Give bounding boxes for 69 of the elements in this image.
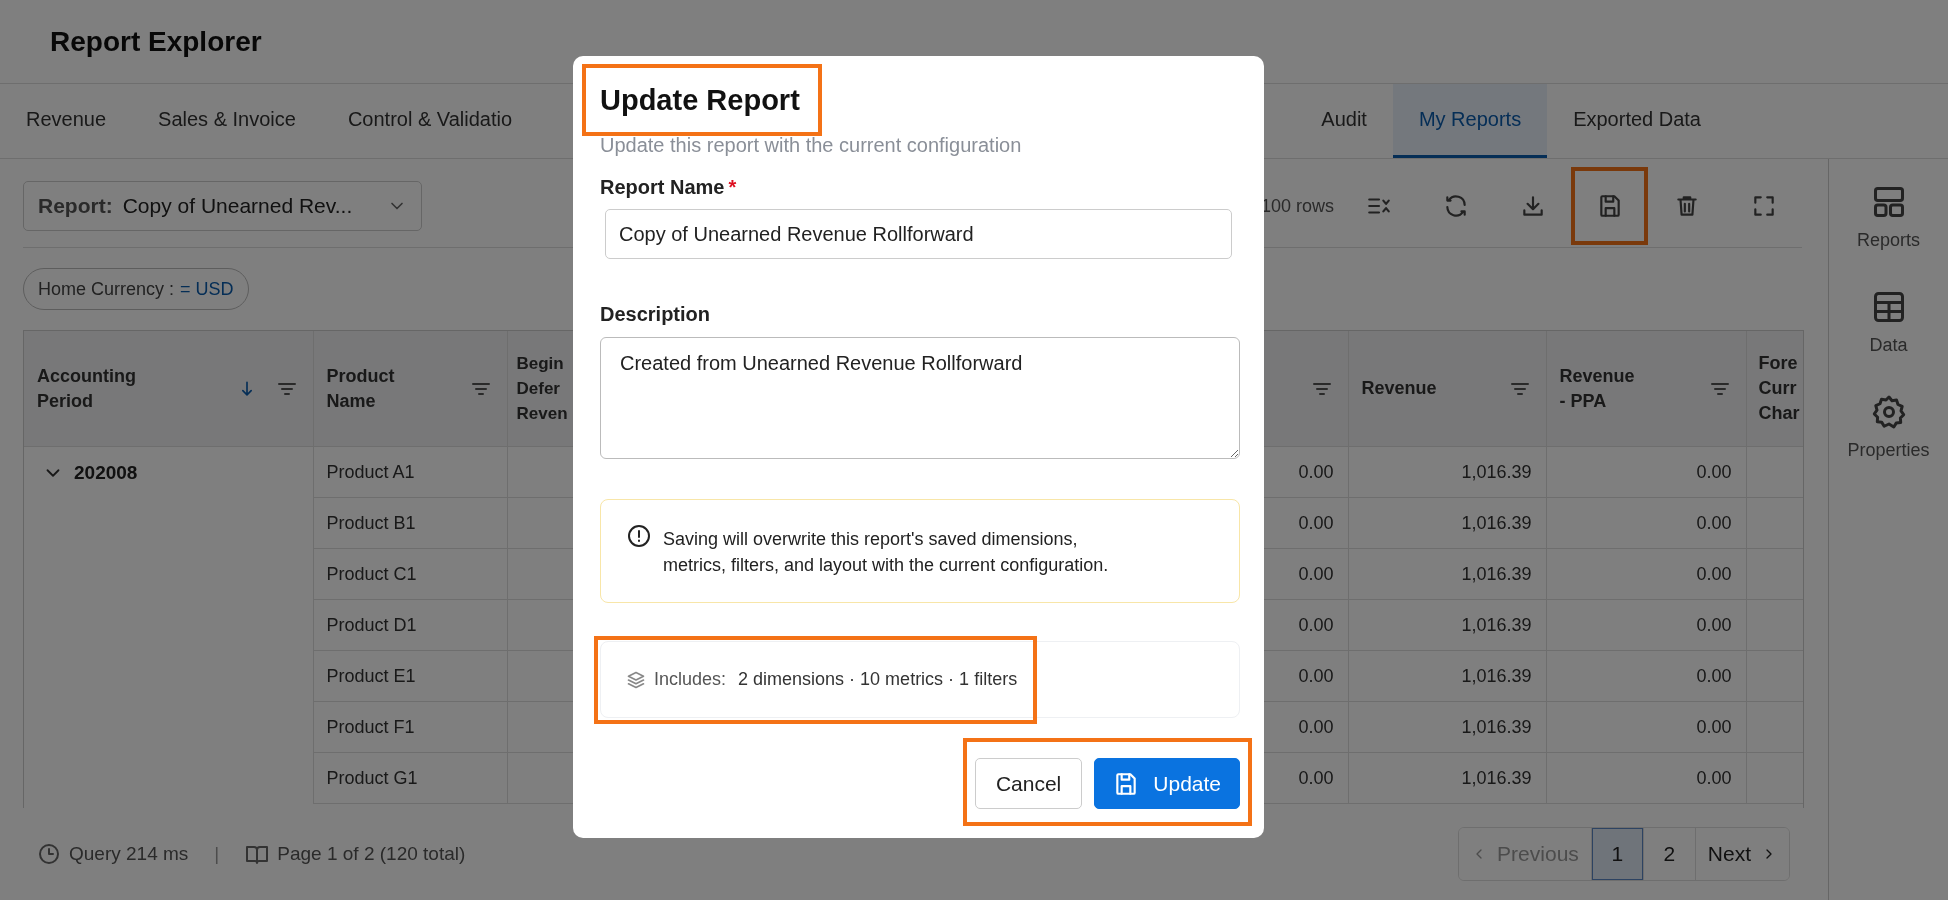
report-select-value: Copy of Unearned Rev... xyxy=(122,194,354,218)
gear-icon xyxy=(1870,394,1907,430)
filter-chip-value: = USD xyxy=(180,278,234,300)
column-header[interactable]: Revenue - PPA xyxy=(1546,331,1746,447)
column-header[interactable]: Revenue xyxy=(1348,331,1546,447)
column-header-label: Revenue xyxy=(1361,377,1438,400)
save-button[interactable] xyxy=(1571,167,1648,245)
field-label: Description xyxy=(600,302,712,327)
name-field[interactable]: Copy of Unearned Revenue Rollforward xyxy=(605,209,1232,259)
app-title: Report Explorer xyxy=(50,25,262,58)
group-label: 202008 xyxy=(74,461,138,484)
includes-text: 2 dimensions · 10 metrics · 1 filters xyxy=(738,669,1018,690)
column-header[interactable]: Fore Curr Char xyxy=(1746,331,1803,447)
layers-icon xyxy=(626,669,646,690)
separator: | xyxy=(214,843,220,865)
table-cell: 1,016.39 xyxy=(1348,650,1546,702)
cancel-button[interactable]: Cancel xyxy=(974,758,1083,809)
table-cell: Product E1 xyxy=(313,650,507,702)
table-cell: 1,016.39 xyxy=(1348,497,1546,549)
clock-icon xyxy=(37,842,61,866)
query-time: Query 214 ms xyxy=(69,843,189,865)
table-cell: 0.00 xyxy=(1546,701,1746,753)
report-select[interactable]: Report: Copy of Unearned Rev... xyxy=(23,181,422,231)
column-header-label: Fore Curr Char xyxy=(1758,352,1800,425)
table-cell: 0.00 xyxy=(1546,497,1746,549)
table-cell: Product A1 xyxy=(313,446,507,498)
tab[interactable]: My Reports xyxy=(1392,84,1548,158)
page-info: Page 1 of 2 (120 total) xyxy=(277,843,466,865)
table-cell: 1,016.39 xyxy=(1348,752,1546,804)
tab[interactable]: Exported Data xyxy=(1547,84,1727,158)
side-panel-item[interactable]: Properties xyxy=(1829,393,1948,462)
column-header-label: Accounting Period xyxy=(37,364,137,413)
table-cell: Product D1 xyxy=(313,599,507,651)
includes-label: Includes: xyxy=(654,669,727,690)
dialog-title: Update Report xyxy=(582,64,822,136)
table-cell: Product G1 xyxy=(313,752,507,804)
tab[interactable]: Audit xyxy=(1295,84,1393,158)
table-cell: Product F1 xyxy=(313,701,507,753)
table-cell: 0.00 xyxy=(1546,752,1746,804)
next-button[interactable]: Next xyxy=(1694,828,1789,880)
table-cell: 0.00 xyxy=(1546,548,1746,600)
table-cell: 0.00 xyxy=(1546,599,1746,651)
table-cell: 1,016.39 xyxy=(1348,599,1546,651)
dialog-subtitle: Update this report with the current configuration xyxy=(600,133,1023,158)
table-cell: 1,016.39 xyxy=(1348,446,1546,498)
description-field[interactable]: Created from Unearned Revenue Rollforward xyxy=(600,337,1240,459)
column-header-label: Begin Defer Reven xyxy=(516,353,568,425)
update-button[interactable]: Update xyxy=(1094,758,1240,809)
row-count: 100 rows xyxy=(1260,195,1334,217)
report-select-label: Report: xyxy=(38,194,113,218)
side-panel-item[interactable]: Data xyxy=(1829,288,1948,357)
side-panel-item[interactable]: Reports xyxy=(1829,183,1948,252)
table-cell: 0.00 xyxy=(1546,446,1746,498)
column-header-label: Revenue - PPA xyxy=(1559,364,1636,413)
table-cell: Product B1 xyxy=(313,497,507,549)
column-header-label: Product Name xyxy=(326,364,396,413)
filter-chip-label: Home Currency : xyxy=(38,278,175,300)
field-label: Report Name * xyxy=(600,175,738,200)
table-cell: 0.00 xyxy=(1546,650,1746,702)
tab[interactable]: Revenue xyxy=(0,84,133,158)
table-cell: 1,016.39 xyxy=(1348,548,1546,600)
tab[interactable]: Sales & Invoice xyxy=(132,84,322,158)
column-header[interactable]: Product Name xyxy=(313,331,507,447)
column-header[interactable]: Accounting Period xyxy=(24,331,313,447)
table-cell: Product C1 xyxy=(313,548,507,600)
alert-icon xyxy=(627,524,651,548)
page-button[interactable]: 1 xyxy=(1590,828,1643,880)
tab[interactable]: Control & Validatio xyxy=(321,84,539,158)
table-cell: 1,016.39 xyxy=(1348,701,1546,753)
